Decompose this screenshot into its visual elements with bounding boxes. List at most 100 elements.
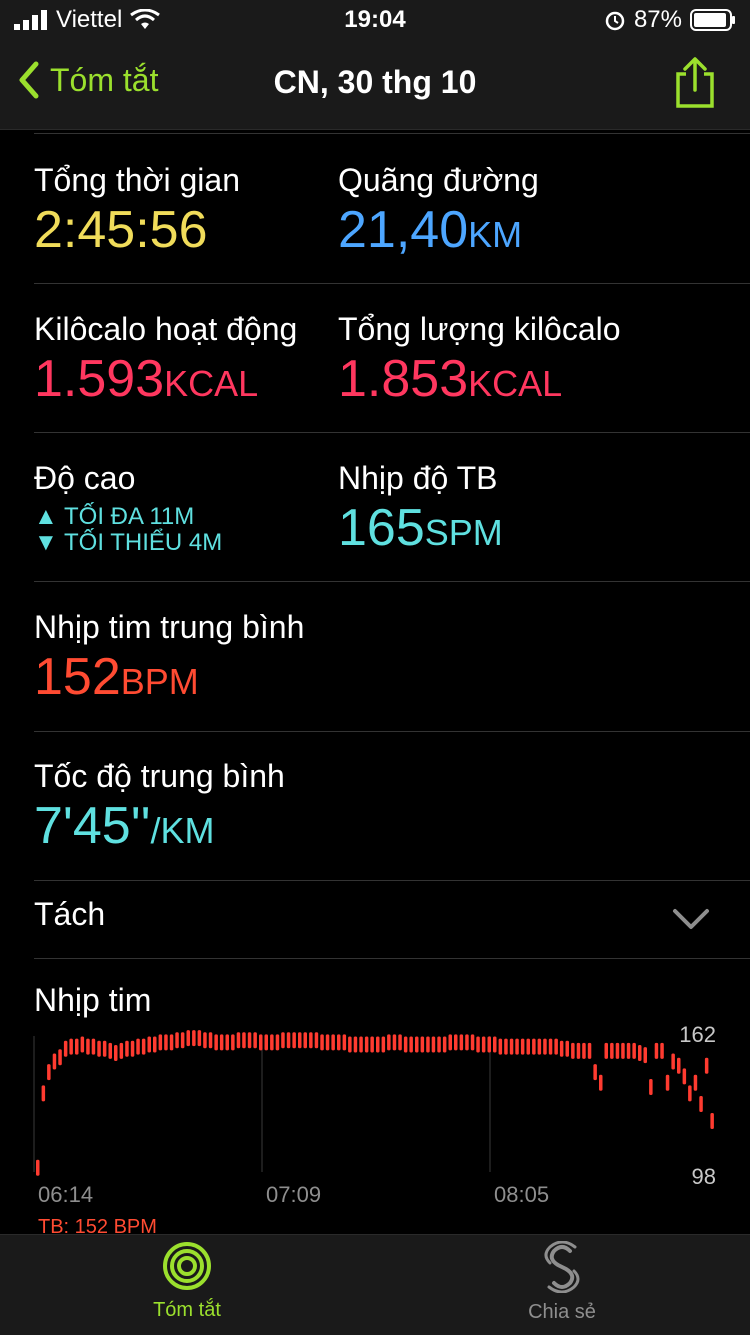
page-title: CN, 30 thg 10: [273, 64, 477, 100]
heart-rate-bar: [643, 1047, 647, 1064]
heart-rate-bar: [615, 1042, 620, 1059]
metric-label: Tổng lượng kilôcalo: [338, 311, 621, 347]
heart-rate-bar: [141, 1038, 146, 1055]
heart-rate-bar: [353, 1036, 358, 1053]
heart-rate-bar: [314, 1032, 319, 1049]
heart-rate-bar: [493, 1036, 497, 1053]
heart-rate-bar: [660, 1042, 664, 1059]
divider: [34, 581, 750, 582]
heart-rate-bar: [286, 1032, 291, 1049]
metric-unit: /KM: [150, 810, 215, 851]
tab-sharing[interactable]: Chia sẻ: [462, 1240, 662, 1324]
heart-rate-bar: [671, 1053, 675, 1070]
heart-rate-bar: [192, 1030, 196, 1047]
heart-rate-bar: [114, 1045, 118, 1061]
divider: [34, 880, 750, 881]
splits-row[interactable]: Tách: [34, 896, 105, 933]
metric-value-wrap: 1.593KCAL: [34, 349, 297, 414]
metric-value: 21,40: [338, 201, 469, 259]
heart-rate-bar: [576, 1042, 581, 1059]
heart-rate-bar: [348, 1036, 352, 1053]
metric-label: Nhịp độ TB: [338, 460, 498, 496]
heart-rate-bar: [169, 1034, 174, 1051]
x-axis-label: 07:09: [266, 1182, 322, 1207]
metric-label: Quãng đường: [338, 162, 539, 198]
heart-rate-bar: [69, 1038, 73, 1055]
activity-rings-icon: [163, 1242, 211, 1290]
tab-label: Tóm tắt: [153, 1299, 221, 1321]
heart-rate-bar: [325, 1034, 330, 1051]
metric-unit: SPM: [424, 512, 503, 553]
splits-toggle[interactable]: [672, 908, 710, 935]
heart-rate-bar: [621, 1042, 625, 1059]
heart-rate-bar: [75, 1038, 79, 1055]
heart-rate-bar: [677, 1057, 681, 1074]
heart-rate-bar: [571, 1042, 575, 1059]
heart-rate-bar: [370, 1036, 374, 1053]
metric-label: Tổng thời gian: [34, 162, 240, 198]
heart-rate-bar: [392, 1034, 397, 1051]
battery-icon: [690, 9, 735, 31]
divider: [34, 133, 750, 134]
metric-value-wrap: 7'45''/KM: [34, 796, 285, 861]
metric-value: 7'45'': [34, 797, 151, 855]
divider: [34, 432, 750, 433]
heart-rate-bar: [270, 1034, 274, 1051]
metric-elevation: Độ cao ▲ TỐI ĐA 11M ▼ TỐI THIỂU 4M: [34, 458, 222, 556]
heart-rate-bars: [36, 1030, 714, 1176]
divider: [34, 283, 750, 284]
heart-rate-bar: [587, 1042, 592, 1059]
heart-rate-bar: [470, 1034, 475, 1051]
heart-rate-bar: [108, 1042, 112, 1059]
heart-rate-bar: [63, 1040, 68, 1057]
heart-rate-bar: [515, 1038, 519, 1055]
heart-rate-bar: [626, 1042, 631, 1059]
heart-rate-bar: [47, 1064, 51, 1081]
heart-rate-bar: [559, 1040, 564, 1057]
heart-rate-bar: [699, 1096, 703, 1112]
heart-rate-bar: [448, 1034, 452, 1051]
metric-active-kcal: Kilôcalo hoạt động 1.593KCAL: [34, 309, 297, 414]
heart-rate-bar: [337, 1034, 341, 1051]
chevron-down-icon: [673, 909, 709, 929]
heart-rate-bar: [219, 1034, 224, 1051]
heart-rate-bar: [431, 1036, 436, 1053]
heart-rate-bar: [298, 1032, 302, 1049]
heart-rate-bar: [632, 1042, 636, 1059]
heart-rate-bar: [41, 1085, 46, 1102]
heart-rate-bar: [465, 1034, 469, 1051]
heart-rate-bar: [231, 1034, 235, 1051]
metric-value-wrap: 21,40KM: [338, 200, 539, 265]
heart-rate-bar: [498, 1038, 503, 1055]
heart-rate-bar: [52, 1053, 57, 1070]
heart-rate-bar: [599, 1074, 603, 1091]
heart-rate-bar: [281, 1032, 285, 1049]
heart-rate-bar: [80, 1036, 85, 1053]
heart-rate-bar: [398, 1034, 402, 1051]
heart-rate-bar: [582, 1042, 586, 1059]
metric-unit: KM: [468, 214, 523, 255]
share-button[interactable]: [674, 56, 716, 115]
heart-rate-bar: [442, 1036, 447, 1053]
metric-unit: KCAL: [468, 363, 563, 404]
metric-value: 1.593: [34, 350, 165, 408]
heart-rate-bar: [264, 1034, 268, 1051]
elevation-max: ▲ TỐI ĐA 11M: [34, 503, 195, 530]
heart-rate-bar: [604, 1042, 608, 1059]
heart-rate-bar: [376, 1036, 380, 1053]
heart-rate-bar: [175, 1032, 179, 1049]
heart-rate-bar: [136, 1038, 140, 1055]
status-bar: Viettel 19:04 87%: [0, 0, 750, 40]
heart-rate-bar: [130, 1040, 135, 1057]
tab-summary[interactable]: Tóm tắt: [87, 1241, 287, 1322]
heart-rate-bar: [292, 1032, 296, 1049]
share-icon: [676, 57, 714, 108]
heart-rate-bar: [649, 1079, 653, 1095]
heart-rate-bar: [242, 1032, 246, 1049]
nav-bar: Tóm tắt CN, 30 thg 10: [0, 40, 750, 130]
heart-rate-bar: [125, 1040, 129, 1057]
metric-label: Nhịp tim trung bình: [34, 609, 305, 645]
elevation-min: ▼ TỐI THIỂU 4M: [34, 529, 223, 556]
heart-rate-bar: [476, 1036, 480, 1053]
heart-rate-bar: [415, 1036, 419, 1053]
